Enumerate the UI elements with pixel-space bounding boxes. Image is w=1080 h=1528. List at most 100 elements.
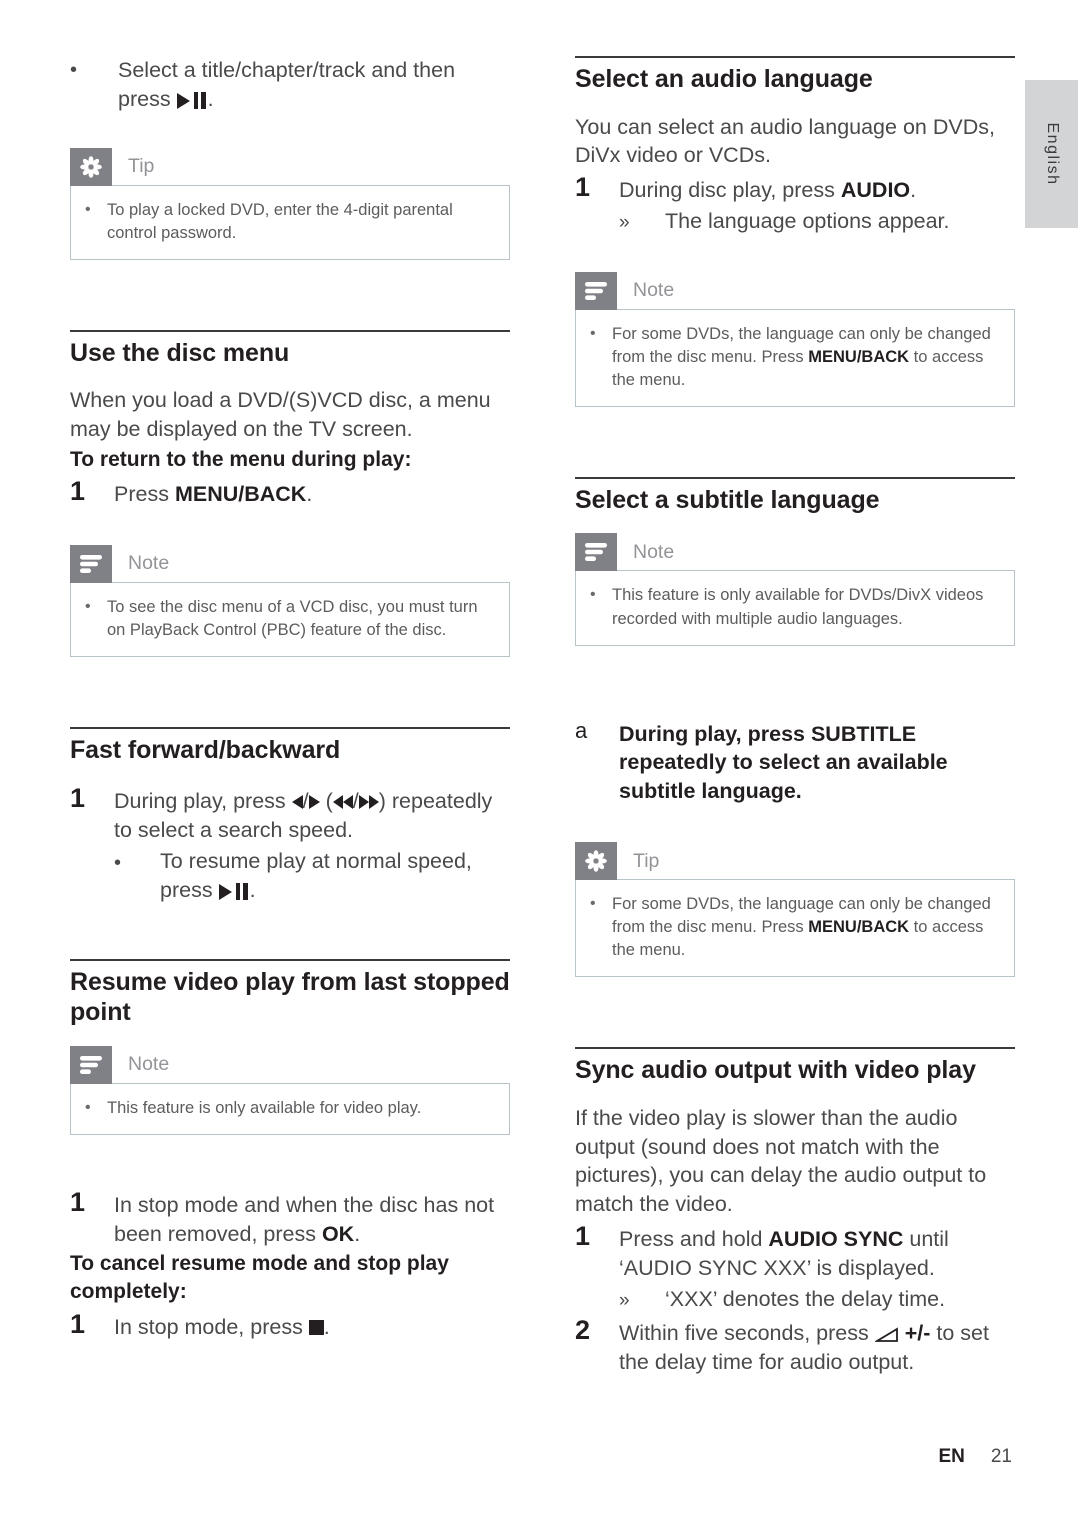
page-title-fast-forward-backward: Fast forward/backward [70, 735, 341, 764]
resume-cancel-subhead: To cancel resume mode and stop play comp… [70, 1252, 449, 1304]
section-divider [575, 1047, 1015, 1050]
callout-text: To see the disc menu of a VCD disc, you … [107, 597, 478, 639]
sync-audio-paragraph: If the video play is slower than the aud… [575, 1105, 987, 1217]
subitem-text-after: . [249, 877, 256, 902]
disc-menu-subhead: To return to the menu during play: [70, 447, 412, 471]
callout-body: • To play a locked DVD, enter the 4-digi… [70, 184, 510, 260]
step-text-before: Within five seconds, press [619, 1321, 875, 1346]
sync-audio-step-2: 2 Within five seconds, press +/- to set … [575, 1315, 1015, 1377]
step-number: 1 [575, 172, 591, 203]
subitem-text-before: To resume play at normal speed, press [160, 849, 472, 902]
section-divider [70, 329, 510, 332]
step-number: 1 [70, 476, 86, 506]
play-pause-icon [176, 92, 208, 110]
resume-step-1: 1 In stop mode and when the disc has not… [70, 1187, 510, 1249]
step-number: 1 [70, 783, 86, 814]
note-lines-icon [575, 271, 617, 310]
audio-language-result: » The language options appear. [575, 207, 1015, 236]
step-plus-minus: +/- [898, 1321, 931, 1346]
callout-header: Note [70, 544, 510, 583]
callout-row: • For some DVDs, the language can only b… [590, 893, 1000, 962]
audio-language-paragraph: You can select an audio language on DVDs… [575, 114, 995, 168]
step-text-before: In stop mode and when the disc has not b… [114, 1192, 495, 1246]
callout-label: Tip [633, 849, 660, 872]
note-lines-icon [70, 544, 112, 583]
audio-language-step-1: 1 During disc play, press AUDIO. [575, 172, 1015, 205]
key-label-menu-back: MENU/BACK [174, 482, 307, 506]
stop-icon [308, 1319, 324, 1335]
callout-body: • To see the disc menu of a VCD disc, yo… [70, 581, 510, 657]
callout-text: To play a locked DVD, enter the 4-digit … [107, 200, 453, 242]
note-callout-subtitle-language: Note • This feature is only available fo… [575, 533, 1015, 646]
subtitle-step-a: a During play, press SUBTITLE repeatedly… [575, 716, 1015, 806]
step-text-before: Press and hold [619, 1227, 769, 1252]
callout-text: For some DVDs, the language can only be … [612, 893, 1000, 962]
callout-row: • For some DVDs, the language can only b… [590, 323, 1000, 392]
step-text-b: ( [319, 789, 333, 814]
callout-label: Note [128, 1053, 170, 1076]
bullet-glyph: • [85, 1098, 91, 1116]
callout-label: Tip [128, 155, 155, 178]
fast-forward-subitem: • To resume play at normal speed, press … [70, 847, 510, 905]
sync-audio-result: » ‘XXX’ denotes the delay time. [575, 1285, 1015, 1314]
section-divider [575, 56, 1015, 58]
step-text: During play, press / (/) repeatedly to s… [114, 783, 510, 845]
right-column: Select an audio language You can select … [575, 56, 1015, 1379]
intro-bullet-text-before: Select a title/chapter/track and then pr… [118, 58, 456, 111]
step-number: 1 [70, 1186, 86, 1217]
step-text: Press and hold AUDIO SYNC until ‘AUDIO S… [619, 1221, 1015, 1283]
prev-next-icon: / [291, 789, 320, 813]
callout-header: Tip [575, 842, 1015, 881]
tip-callout-subtitle-language: Tip • For some DVDs, the language can on… [575, 842, 1015, 978]
step-text: During play, press SUBTITLE repeatedly t… [619, 721, 948, 804]
callout-header: Note [70, 1045, 510, 1084]
fast-forward-step-1: 1 During play, press / (/) repeatedly to… [70, 783, 510, 845]
callout-label: Note [633, 279, 675, 302]
step-number: 1 [575, 1221, 591, 1252]
page-footer: EN 21 [0, 1446, 1080, 1468]
page-title-use-the-disc-menu: Use the disc menu [70, 338, 290, 367]
step-text-after: . [910, 178, 917, 203]
tip-callout-parental-control: Tip • To play a locked DVD, enter the 4-… [70, 147, 510, 260]
step-number: 1 [70, 1308, 86, 1339]
bullet-glyph: • [85, 200, 91, 218]
disc-menu-paragraph: When you load a DVD/(S)VCD disc, a menu … [70, 388, 491, 442]
step-text-after: . [323, 1314, 330, 1339]
arrow-glyph: » [619, 211, 630, 233]
subitem-text: To resume play at normal speed, press . [160, 847, 510, 905]
page-title-select-audio-language: Select an audio language [575, 65, 873, 93]
result-text: The language options appear. [665, 208, 950, 233]
step-letter: a [575, 717, 588, 743]
key-label-menu-back: MENU/BACK [808, 918, 910, 937]
page-title-select-subtitle-language: Select a subtitle language [575, 485, 880, 514]
tip-asterisk-icon [575, 842, 617, 881]
bullet-glyph: • [70, 59, 78, 81]
language-tab-english: English [1025, 80, 1078, 228]
callout-body: • This feature is only available for DVD… [575, 570, 1015, 646]
key-label-audio: AUDIO [840, 178, 911, 203]
key-label-ok: OK [321, 1221, 355, 1246]
callout-body: • This feature is only available for vid… [70, 1082, 510, 1135]
language-tab-label: English [1043, 122, 1061, 186]
step-text-a: During play, press [114, 789, 292, 814]
note-callout-audio-language: Note • For some DVDs, the language can o… [575, 271, 1015, 407]
rewind-fastforward-icon: / [332, 789, 379, 813]
callout-text: This feature is only available for DVDs/… [612, 586, 984, 628]
bullet-glyph: • [590, 586, 596, 604]
page-title-resume-video-play: Resume video play from last stopped poin… [70, 967, 510, 1027]
page-title-sync-audio-output: Sync audio output with video play [575, 1056, 976, 1085]
left-column: • Select a title/chapter/track and then … [70, 56, 510, 1343]
callout-label: Note [633, 540, 675, 563]
intro-bullet-text: Select a title/chapter/track and then pr… [118, 56, 510, 114]
bullet-glyph: • [114, 852, 122, 875]
step-text: In stop mode, press . [114, 1309, 510, 1342]
arrow-glyph: » [619, 1289, 630, 1311]
callout-row: • This feature is only available for DVD… [590, 584, 1000, 630]
step-text-before: During disc play, press [619, 178, 841, 203]
result-text: ‘XXX’ denotes the delay time. [665, 1286, 946, 1311]
callout-label: Note [128, 552, 170, 575]
step-text: Within five seconds, press +/- to set th… [619, 1315, 1015, 1377]
tip-asterisk-icon [70, 147, 112, 186]
note-lines-icon [70, 1045, 112, 1084]
step-text-before: In stop mode, press [114, 1314, 309, 1339]
